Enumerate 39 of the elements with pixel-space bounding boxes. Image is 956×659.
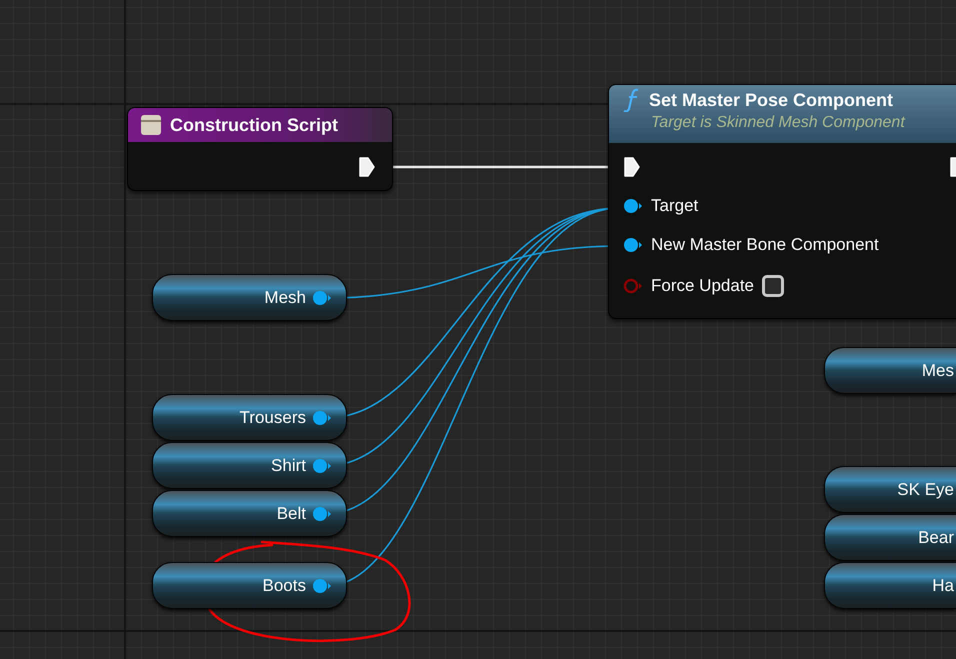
node-label: Belt [276, 502, 306, 525]
node-label: SK Eye [897, 478, 954, 501]
exec-pin-icon[interactable] [623, 156, 641, 178]
event-node[interactable]: Construction Script [127, 107, 393, 191]
exec-pin-icon[interactable] [358, 156, 376, 178]
node-label: Shirt [271, 454, 306, 477]
circle-pin-icon[interactable] [312, 504, 332, 522]
node-label: Bear [918, 526, 954, 549]
variable-node[interactable]: Belt [152, 490, 347, 537]
circle-pin-icon[interactable] [312, 288, 332, 306]
node-title: Construction Script [170, 114, 338, 137]
circle-pin-icon[interactable] [312, 456, 332, 474]
circle-pin-icon[interactable] [312, 576, 332, 594]
script-icon [140, 114, 162, 136]
variable-node[interactable]: Trousers [152, 394, 347, 441]
variable-node[interactable]: SK Eye [824, 466, 956, 513]
function-node[interactable]: Set Master Pose Component Target is Skinned Mesh Component Target New Master Bone Component Force Update [608, 84, 956, 319]
checkbox[interactable] [762, 275, 784, 297]
variable-node[interactable]: Mesh [152, 274, 347, 321]
pin-label: Force Update [651, 275, 754, 298]
function-icon [623, 88, 641, 112]
node-label: Trousers [240, 406, 306, 429]
exec-pin-icon[interactable] [949, 156, 956, 178]
pin-label: Target [651, 195, 698, 218]
variable-node[interactable]: Mes [824, 347, 956, 394]
variable-node[interactable]: Bear [824, 514, 956, 561]
node-label: Mesh [264, 286, 306, 309]
node-subtitle: Target is Skinned Mesh Component [651, 113, 906, 133]
circle-pin-icon[interactable] [623, 197, 643, 215]
pin-label: New Master Bone Component [651, 234, 879, 256]
variable-node[interactable]: Ha [824, 562, 956, 609]
circle-pin-icon[interactable] [312, 408, 332, 426]
node-label: Mes [922, 360, 954, 382]
circle-pin-icon[interactable] [623, 236, 643, 254]
node-title: Set Master Pose Component [649, 89, 894, 112]
variable-node[interactable]: Shirt [152, 442, 347, 489]
variable-node[interactable]: Boots [152, 562, 347, 609]
node-label: Ha [932, 574, 954, 597]
node-label: Boots [262, 574, 306, 597]
